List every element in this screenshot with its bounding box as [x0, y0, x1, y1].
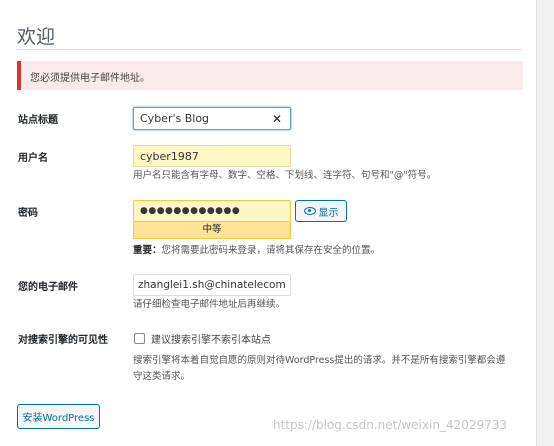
email-label: 您的电子邮件	[18, 282, 78, 293]
username-label: 用户名	[18, 153, 48, 164]
password-note-text: 您将需要此密码来登录，请将其保存在安全的位置。	[161, 245, 381, 256]
search-visibility-label: 对搜索引擎的可见性	[18, 335, 108, 346]
error-notice: 您必须提供电子邮件地址。	[17, 61, 523, 90]
password-strength-meter: 中等	[133, 222, 291, 239]
title-divider	[17, 49, 522, 50]
setup-panel: 欢迎 您必须提供电子邮件地址。 站点标题 Cyber's Blog ✕ 用户名 …	[0, 0, 536, 446]
site-title-value: Cyber's Blog	[140, 112, 210, 125]
password-note-strong: 重要：	[133, 245, 162, 256]
username-input[interactable]: cyber1987	[133, 145, 291, 167]
email-hint: 请仔细检查电子邮件地址后再继续。	[133, 299, 286, 310]
clear-icon[interactable]: ✕	[272, 112, 282, 126]
password-label: 密码	[18, 208, 38, 219]
noindex-checkbox[interactable]	[134, 333, 145, 344]
password-value: ●●●●●●●●●●●●	[140, 206, 241, 216]
username-hint: 用户名只能含有字母、数字、空格、下划线、连字符、句号和"@"符号。	[133, 170, 437, 181]
noindex-checkbox-label[interactable]: 建议搜索引擎不索引本站点	[151, 331, 271, 346]
site-title-input[interactable]: Cyber's Blog ✕	[133, 107, 291, 130]
email-input[interactable]: zhanglei1.sh@chinatelecom.cn	[133, 274, 291, 296]
username-value: cyber1987	[140, 149, 199, 163]
password-input[interactable]: ●●●●●●●●●●●●	[133, 200, 291, 222]
watermark-text: https://blog.csdn.net/weixin_42029733	[273, 418, 508, 432]
install-wordpress-button[interactable]: 安装WordPress	[17, 404, 100, 429]
site-title-label: 站点标题	[18, 115, 58, 126]
email-value: zhanglei1.sh@chinatelecom.cn	[138, 279, 286, 291]
error-message: 您必须提供电子邮件地址。	[30, 73, 150, 84]
show-password-label: 显示	[318, 207, 339, 219]
eye-icon	[303, 207, 316, 215]
password-note: 重要：您将需要此密码来登录，请将其保存在安全的位置。	[133, 243, 380, 259]
page-title: 欢迎	[17, 26, 56, 48]
show-password-button[interactable]: 显示	[295, 200, 347, 222]
install-button-label: 安装WordPress	[22, 413, 95, 424]
search-visibility-description: 搜索引擎将本着自觉自愿的原则对待WordPress提出的请求。并不是所有搜索引擎…	[133, 355, 506, 382]
page-scrollbar[interactable]	[536, 0, 554, 446]
